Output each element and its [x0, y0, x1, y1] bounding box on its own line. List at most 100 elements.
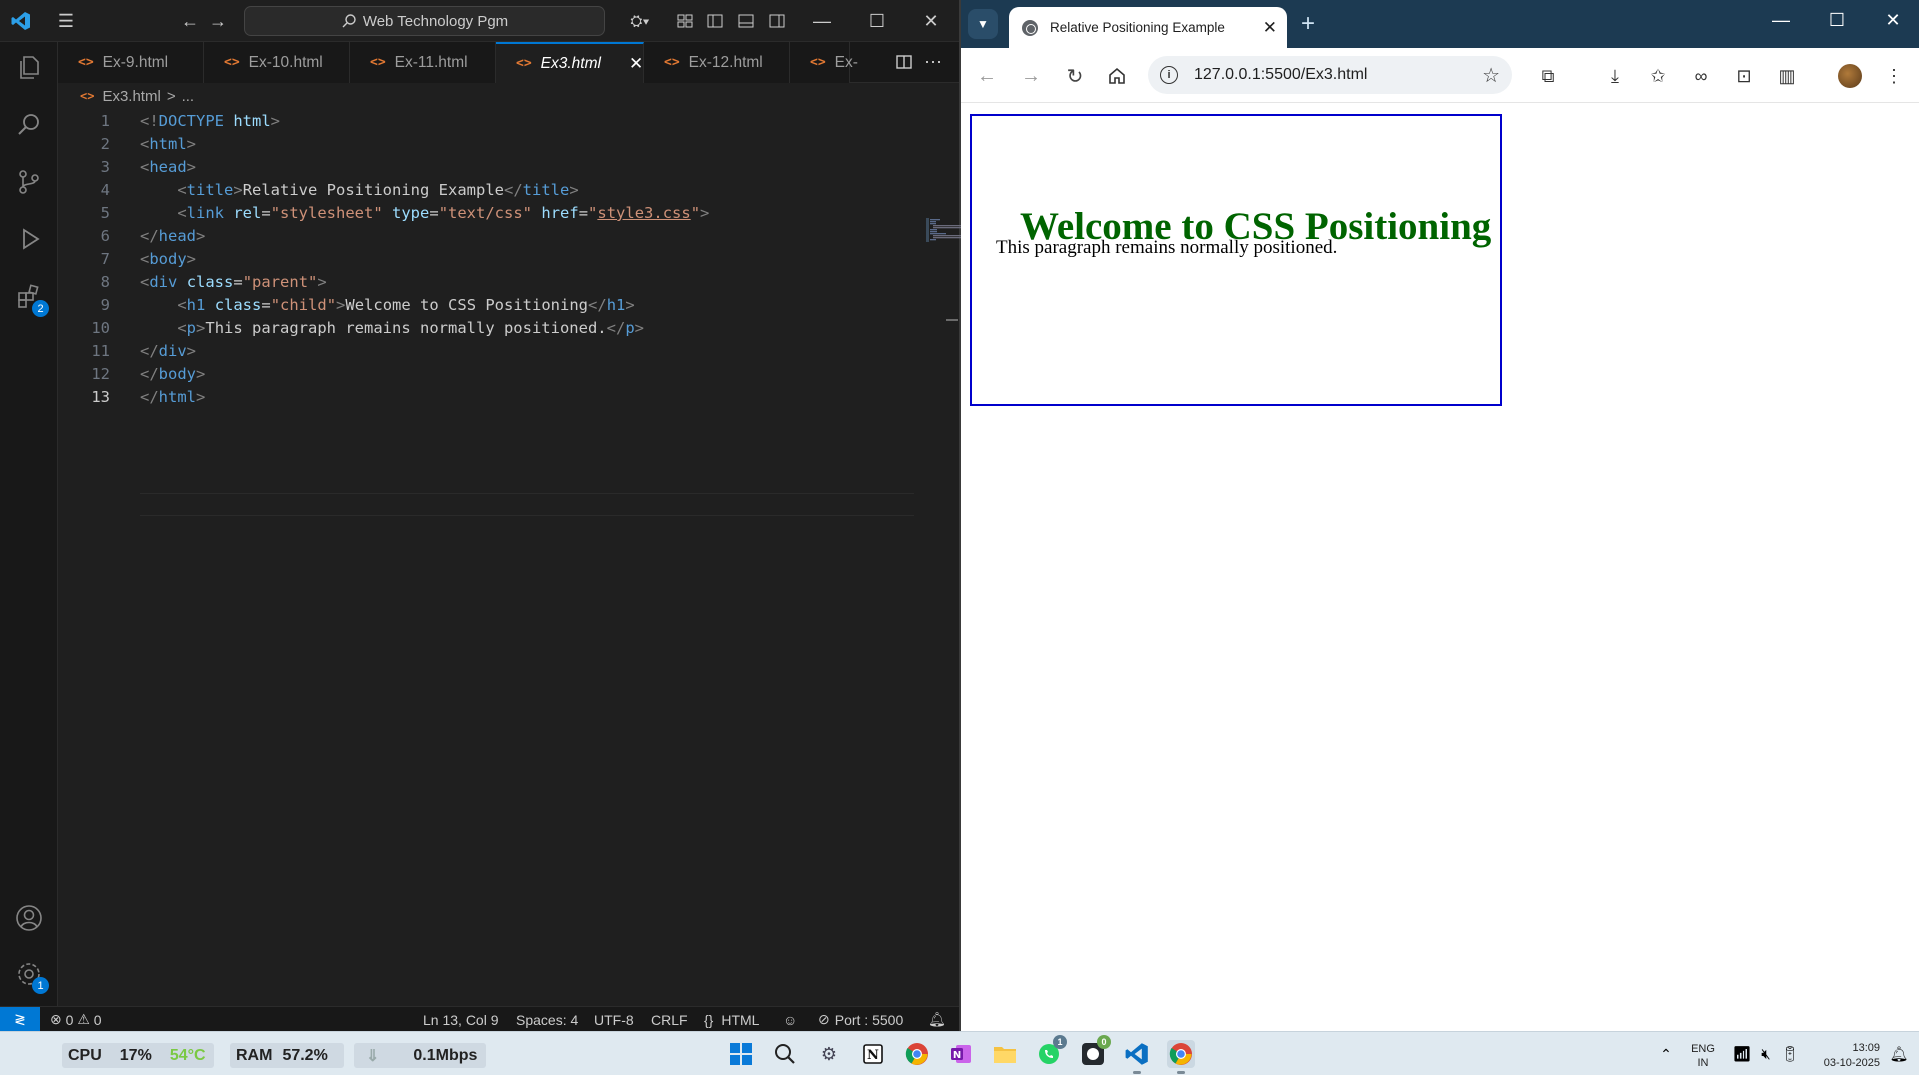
code-text: <body> [140, 250, 197, 268]
chrome-minimize-icon[interactable]: — [1761, 10, 1801, 31]
accounts-icon[interactable] [11, 900, 47, 936]
code-text: <!DOCTYPE html> [140, 112, 281, 130]
vscode-app-icon[interactable] [1123, 1040, 1151, 1074]
settings-gear-icon[interactable]: 1 [11, 956, 49, 994]
menu-icon[interactable]: ☰ [53, 8, 79, 34]
chrome-maximize-icon[interactable]: ☐ [1817, 10, 1857, 31]
command-center-search[interactable]: Web Technology Pgm [244, 6, 605, 36]
explorer-icon[interactable] [11, 49, 47, 85]
code-line[interactable]: 6 </head> [58, 225, 858, 248]
error-icon: ⊗ [50, 1011, 62, 1027]
site-info-icon[interactable]: i [1160, 66, 1178, 84]
tab-ex-12[interactable]: <> Ex-12.html [644, 42, 790, 83]
port-icon: ⊘ [818, 1011, 830, 1027]
tab-ex-9[interactable]: <> Ex-9.html [58, 42, 204, 83]
close-tab-icon[interactable]: ✕ [629, 54, 643, 74]
remote-indicator-icon[interactable]: ≷ [0, 1007, 40, 1032]
toggle-secondary-sidebar-icon[interactable] [764, 8, 790, 34]
input-language[interactable]: ENG IN [1689, 1042, 1717, 1070]
code-line[interactable]: 9 <h1 class="child">Welcome to CSS Posit… [58, 294, 858, 317]
show-hidden-icons-chevron-icon[interactable]: ⌃ [1652, 1040, 1680, 1068]
breadcrumb-more[interactable]: ... [182, 88, 195, 105]
whatsapp-icon[interactable]: 1 [1035, 1035, 1067, 1068]
code-editor[interactable]: 1 <!DOCTYPE html> 2 <html> 3 <head> 4 <title>R… [58, 108, 977, 1006]
windows-start-icon[interactable] [727, 1040, 755, 1068]
problems-indicator[interactable]: ⊗ 0 ⚠ 0 [50, 1007, 102, 1032]
address-bar[interactable]: i 127.0.0.1:5500/Ex3.html ☆ [1148, 56, 1512, 94]
chrome-menu-icon[interactable]: ⋮ [1881, 63, 1907, 89]
code-line[interactable]: 10 <p>This paragraph remains normally po… [58, 317, 858, 340]
code-line[interactable]: 13 </html> [58, 386, 858, 409]
language-mode[interactable]: {} HTML [704, 1007, 759, 1032]
new-tab-plus-icon[interactable]: + [1301, 10, 1315, 38]
code-line[interactable]: 5 <link rel="stylesheet" type="text/css"… [58, 202, 858, 225]
live-server-port[interactable]: ⊘ Port : 5500 [818, 1007, 903, 1032]
encoding[interactable]: UTF-8 [594, 1007, 634, 1032]
forward-icon[interactable]: → [1018, 63, 1044, 89]
code-line[interactable]: 8 <div class="parent"> [58, 271, 858, 294]
settings-app-icon[interactable]: ⚙ [815, 1040, 843, 1068]
notion-icon[interactable]: N [859, 1040, 887, 1068]
close-browser-tab-icon[interactable]: ✕ [1263, 18, 1277, 38]
code-line[interactable]: 12 </body> [58, 363, 858, 386]
minimize-icon[interactable]: — [809, 8, 835, 34]
onenote-icon[interactable]: N [947, 1040, 975, 1068]
code-line[interactable]: 2 <html> [58, 133, 858, 156]
toggle-primary-sidebar-icon[interactable] [702, 8, 728, 34]
copilot-icon[interactable]: ⛭▾ [620, 8, 660, 34]
back-arrow-icon[interactable]: ← [177, 8, 203, 34]
code-line[interactable]: 1 <!DOCTYPE html> [58, 110, 858, 133]
tab-ex3[interactable]: <> Ex3.html ✕ [496, 42, 644, 83]
line-ending[interactable]: CRLF [651, 1007, 688, 1032]
cursor-position[interactable]: Ln 13, Col 9 [423, 1007, 499, 1032]
tab-ex-11[interactable]: <> Ex-11.html [350, 42, 496, 83]
notifications-bell-icon[interactable]: 🔔︎ [928, 1007, 946, 1032]
tab-ex-10[interactable]: <> Ex-10.html [204, 42, 350, 83]
run-debug-icon[interactable] [11, 221, 47, 257]
chrome-profile-app-icon[interactable] [1167, 1040, 1195, 1074]
search-icon[interactable] [11, 107, 47, 143]
clock[interactable]: 13:09 03-10-2025 [1810, 1041, 1880, 1071]
close-window-icon[interactable]: ✕ [918, 8, 944, 34]
extensions-puzzle-icon[interactable]: ⧉ [1535, 63, 1561, 89]
source-control-icon[interactable] [11, 164, 47, 200]
tab-ex-overflow[interactable]: <> Ex- [790, 42, 858, 83]
code-line[interactable]: 3 <head> [58, 156, 858, 179]
link-icon[interactable]: ∞ [1688, 63, 1714, 89]
chrome-close-icon[interactable]: ✕ [1873, 10, 1913, 31]
favorites-icon[interactable]: ✩ [1645, 63, 1671, 89]
forward-arrow-icon[interactable]: → [205, 8, 231, 34]
code-line[interactable]: 7 <body> [58, 248, 858, 271]
notification-center-icon[interactable]: 🔔︎ [1885, 1040, 1913, 1068]
toggle-panel-icon[interactable] [733, 8, 759, 34]
maximize-icon[interactable]: ☐ [864, 8, 890, 34]
back-icon[interactable]: ← [974, 63, 1000, 89]
download-icon[interactable]: ⤓ [1602, 63, 1628, 89]
github-desktop-icon[interactable]: 0 [1079, 1035, 1111, 1068]
battery-icon[interactable]: 🔋︎ [1776, 1040, 1804, 1068]
breadcrumb-file[interactable]: Ex3.html [102, 88, 160, 105]
side-panel-icon[interactable]: ▥ [1774, 63, 1800, 89]
cpu-widget[interactable]: CPU 17% 54°C [62, 1043, 214, 1068]
screenshot-icon[interactable]: ⊡ [1731, 63, 1757, 89]
taskbar-search-icon[interactable] [771, 1040, 799, 1068]
ram-widget[interactable]: RAM 57.2% [230, 1043, 344, 1068]
code-line[interactable]: 4 <title>Relative Positioning Example</t… [58, 179, 858, 202]
tab-search-chevron-icon[interactable]: ▼ [968, 9, 998, 39]
reload-icon[interactable]: ↻ [1062, 63, 1088, 89]
more-actions-icon[interactable]: ⋯ [920, 49, 946, 75]
indentation[interactable]: Spaces: 4 [516, 1007, 578, 1032]
browser-tab[interactable]: Relative Positioning Example ✕ [1009, 7, 1287, 48]
scrollbar-indicator[interactable] [946, 319, 958, 321]
network-widget[interactable]: ⇓ 0.1Mbps [354, 1043, 486, 1068]
code-line[interactable]: 11 </div> [58, 340, 858, 363]
chrome-app-icon[interactable] [903, 1040, 931, 1068]
customize-layout-icon[interactable] [672, 8, 698, 34]
home-icon[interactable] [1104, 63, 1130, 89]
split-editor-icon[interactable] [891, 49, 917, 75]
extensions-icon[interactable]: 2 [11, 279, 49, 317]
copilot-status-icon[interactable]: ☺ [783, 1007, 797, 1032]
file-explorer-icon[interactable] [991, 1040, 1019, 1068]
profile-avatar[interactable] [1838, 64, 1862, 88]
bookmark-star-icon[interactable]: ☆ [1482, 63, 1500, 88]
